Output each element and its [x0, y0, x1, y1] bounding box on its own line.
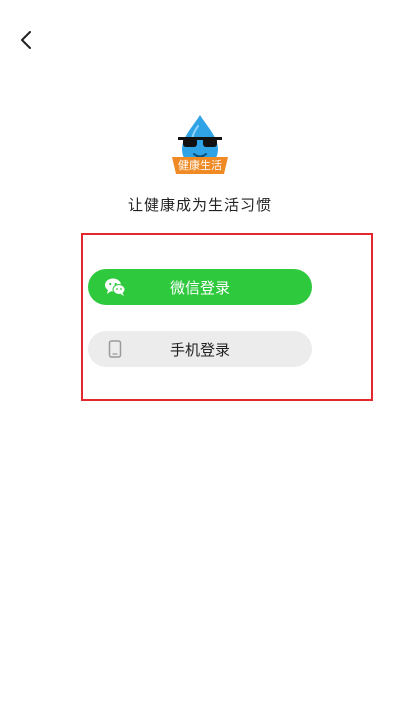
phone-login-label: 手机登录: [169, 340, 230, 359]
chevron-left-icon: [21, 31, 31, 49]
slogan: 让健康成为生活习惯: [127, 196, 272, 214]
highlight-frame: [81, 233, 373, 401]
phone-icon: [104, 339, 126, 359]
app-logo: 健康生活: [170, 113, 230, 175]
wechat-login-button[interactable]: 微信登录: [88, 269, 312, 305]
logo-badge-text: 健康生活: [178, 159, 222, 172]
phone-login-button[interactable]: 手机登录: [88, 331, 312, 367]
back-button[interactable]: [10, 24, 42, 56]
wechat-login-label: 微信登录: [169, 278, 230, 297]
wechat-icon: [104, 277, 126, 297]
